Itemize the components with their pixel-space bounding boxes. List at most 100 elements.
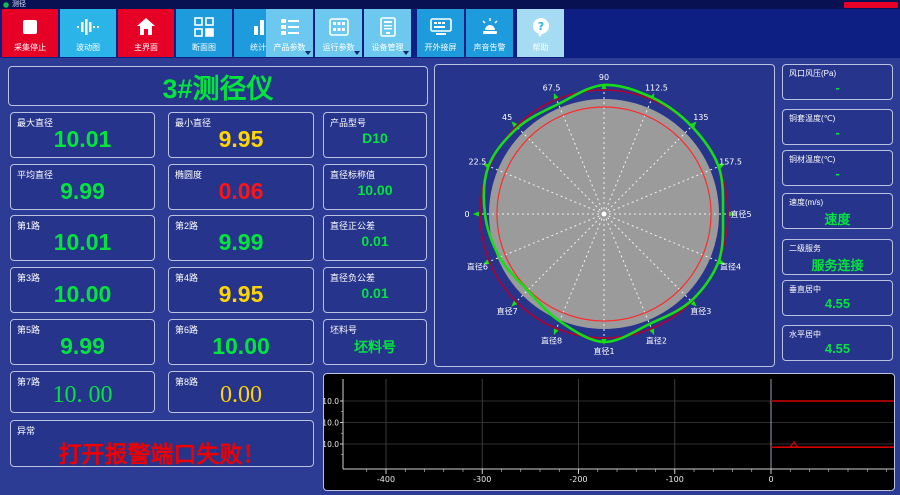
toolbar-button-product-params[interactable]: 产品参数 — [266, 9, 313, 57]
polar-spoke-label: 157.5 — [719, 158, 742, 167]
toolbar-button-wave-chart[interactable]: 波动图 — [60, 9, 116, 57]
cell-minus-tolerance: 直径负公差 0.01 — [323, 267, 427, 313]
air-pressure-value: - — [835, 80, 840, 95]
trend-y-tick-label: 10.0 — [324, 419, 339, 428]
sleeve-temp-label: 铜套温度(℃) — [789, 114, 836, 123]
polar-spoke-label: 直径3 — [690, 306, 711, 316]
ovality-value: 0.06 — [218, 178, 264, 204]
cell-channel-3: 第3路 10.00 — [10, 267, 155, 313]
dropdown-arrow-icon — [403, 51, 409, 55]
max-diameter-value: 10.01 — [53, 126, 112, 152]
toolbar-button-run-params[interactable]: 运行参数 — [315, 9, 362, 57]
air-pressure-label: 风口风压(Pa) — [789, 69, 837, 78]
polar-spoke-label: 0 — [464, 210, 469, 219]
stop-icon — [2, 14, 58, 40]
level2-service-value: 服务连接 — [811, 258, 864, 273]
polar-spoke-label: 直径2 — [646, 336, 667, 346]
vertical-center-value: 4.55 — [824, 296, 851, 311]
application-window: 测径 采集停止 波动图 主界面 断面图 统计图 产品参数 运行参数 设备管理 开外接屏 声音告警?… — [0, 0, 900, 495]
toolbar-button-label: 主界面 — [134, 43, 158, 52]
trend-y-tick-label: 10.0 — [324, 440, 339, 449]
siren-icon — [466, 14, 513, 40]
polar-chart-panel: 0 22.5 45 67.5 90 112.5 135 157.5 直径5 直径4 直径3 直径2 直径… — [434, 64, 775, 367]
title-bar: 测径 — [0, 0, 900, 9]
speed-label: 速度(m/s) — [789, 198, 824, 207]
gauge-title-panel: 3#测径仪 — [8, 66, 428, 106]
minus-tolerance-label: 直径负公差 — [330, 273, 376, 283]
polar-spoke-label: 135 — [693, 113, 708, 122]
status-panel-horizontal-center: 水平居中 4.55 — [782, 325, 893, 361]
svg-text:?: ? — [537, 20, 543, 33]
app-icon — [3, 1, 9, 8]
toolbar-button-label: 波动图 — [76, 43, 100, 52]
toolbar-button-label: 设备管理 — [371, 43, 404, 52]
trend-y-tick-label: 10.0 — [324, 397, 339, 406]
alarm-message: 打开报警端口失败！ — [58, 441, 266, 467]
channel-5-value: 9.99 — [60, 333, 105, 359]
toolbar-button-label: 开外接屏 — [424, 43, 457, 52]
cell-channel-8: 第8路 0.00 — [168, 371, 314, 413]
window-controls[interactable] — [844, 2, 898, 8]
polar-spoke-label: 112.5 — [645, 83, 668, 92]
device-icon — [364, 14, 411, 40]
material-temp-value: - — [835, 166, 840, 181]
monitor-icon — [417, 14, 464, 40]
minus-tolerance-value: 0.01 — [361, 285, 389, 301]
toolbar-button-label: 帮助 — [532, 43, 549, 52]
toolbar-button-device-manage[interactable]: 设备管理 — [364, 9, 411, 57]
channel-6-value: 10.00 — [212, 333, 270, 359]
toolbar-button-section-chart[interactable]: 断面图 — [176, 9, 232, 57]
toolbar-button-main-screen[interactable]: 主界面 — [118, 9, 174, 57]
cell-channel-4: 第4路 9.95 — [168, 267, 314, 313]
trend-x-tick-label: 0 — [768, 475, 773, 484]
cell-channel-1: 第1路 10.01 — [10, 215, 155, 261]
trend-x-tick-label: -100 — [666, 475, 684, 484]
polar-spoke-label: 90 — [599, 73, 609, 82]
trend-x-tick-label: -400 — [377, 475, 395, 484]
gauge-title-text: 3#测径仪 — [162, 73, 274, 104]
polar-chart-svg: 0 22.5 45 67.5 90 112.5 135 157.5 直径5 直径4 直径3 直径2 直径… — [464, 73, 751, 356]
material-temp-label: 铜材温度(℃) — [789, 155, 836, 164]
channel-3-value: 10.00 — [53, 281, 112, 307]
help-icon: ? — [517, 14, 564, 40]
channel-2-value: 9.99 — [218, 229, 264, 255]
sleeve-temp-value: - — [835, 125, 840, 140]
panels-icon — [176, 14, 232, 40]
dropdown-arrow-icon — [305, 51, 311, 55]
min-diameter-value: 9.95 — [218, 126, 264, 152]
polar-spoke-label: 直径4 — [720, 261, 741, 271]
trend-chart-panel: -400 -300 -200 -100 0 10.0 10.0 10.0 — [322, 373, 895, 491]
nominal-diameter-value: 10.00 — [357, 182, 393, 198]
cell-min-diameter: 最小直径 9.95 — [168, 112, 314, 158]
product-model-value: D10 — [362, 130, 388, 146]
polar-spoke-label: 直径6 — [467, 261, 488, 271]
status-panel-level2-service: 二级服务服务连接 — [782, 239, 893, 275]
billet-no-value: 坯料号 — [354, 339, 396, 355]
toolbar-button-label: 产品参数 — [273, 43, 306, 52]
level2-service-label: 二级服务 — [789, 244, 821, 253]
cell-channel-5: 第5路 9.99 — [10, 319, 155, 365]
horizontal-center-label: 水平居中 — [789, 330, 821, 339]
cell-product-model: 产品型号 D10 — [323, 112, 427, 158]
home-icon — [118, 14, 174, 40]
trend-chart-svg: -400 -300 -200 -100 0 10.0 10.0 10.0 — [322, 379, 894, 484]
toolbar-button-external-screen[interactable]: 开外接屏 — [417, 9, 464, 57]
channel-7-value: 10. 00 — [52, 382, 113, 408]
cell-ovality: 椭圆度 0.06 — [168, 164, 314, 210]
toolbar-button-sound-alarm[interactable]: 声音告警 — [466, 9, 513, 57]
speed-value: 速度 — [824, 212, 851, 227]
cell-channel-2: 第2路 9.99 — [168, 215, 314, 261]
plus-tolerance-label: 直径正公差 — [330, 221, 376, 231]
toolbar-button-label: 采集停止 — [14, 43, 46, 52]
cell-channel-7: 第7路 10. 00 — [10, 371, 155, 413]
alarm-panel: 异常 打开报警端口失败！ — [10, 420, 314, 467]
billet-no-label: 坯料号 — [330, 325, 358, 335]
grid-icon — [315, 14, 362, 40]
status-panel-vertical-center: 垂直居中 4.55 — [782, 280, 893, 316]
cell-billet-no: 坯料号 坯料号 — [323, 319, 427, 365]
trend-x-tick-label: -200 — [569, 475, 587, 484]
toolbar-button-label: 断面图 — [192, 43, 216, 52]
toolbar-button-stop-capture[interactable]: 采集停止 — [2, 9, 58, 57]
toolbar-button-label: 运行参数 — [322, 43, 355, 52]
toolbar-button-help[interactable]: ? 帮助 — [517, 9, 564, 57]
